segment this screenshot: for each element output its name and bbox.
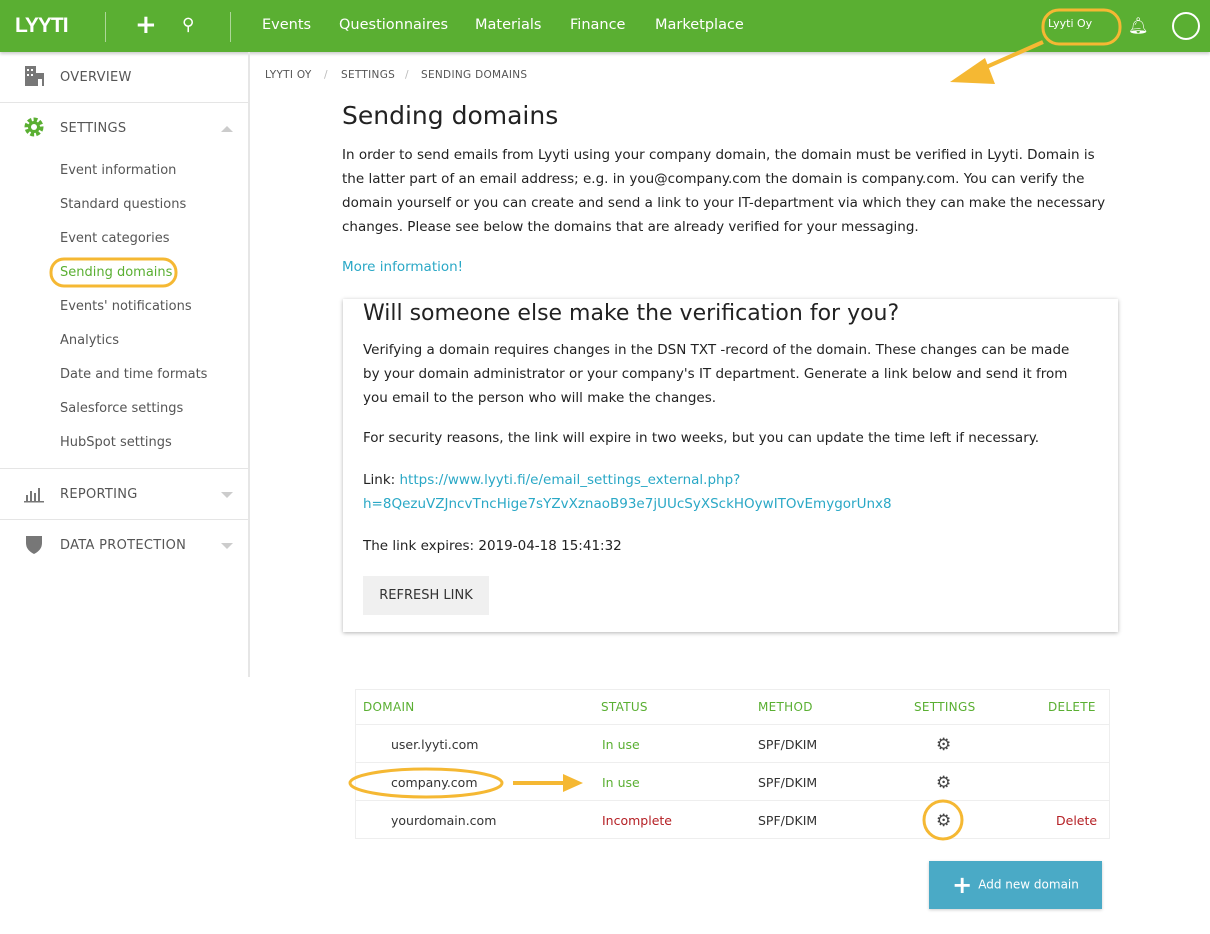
card-title: Will someone else make the verification …	[363, 301, 900, 326]
card-description: Verifying a domain requires changes in t…	[363, 342, 1070, 406]
caret-up-icon[interactable]	[221, 126, 233, 132]
breadcrumb-lyyti-oy[interactable]: LYYTI OY	[265, 69, 312, 81]
add-new-domain-button[interactable]: + Add new domain	[929, 861, 1102, 909]
bar-chart-icon	[24, 488, 44, 503]
caret-down-icon[interactable]	[221, 492, 233, 498]
domain-cell: user.lyyti.com	[391, 737, 479, 752]
caret-down-icon[interactable]	[221, 543, 233, 549]
sidebar-item-event-categories[interactable]: Event categories	[60, 231, 170, 246]
table-row: company.com In use SPF/DKIM ⚙	[356, 762, 1109, 800]
more-information-link[interactable]: More information!	[342, 259, 463, 275]
sidebar-item-date-time-formats[interactable]: Date and time formats	[60, 367, 207, 382]
breadcrumb-separator: /	[405, 69, 409, 81]
card-security-note: For security reasons, the link will expi…	[363, 430, 1040, 446]
sidebar-label: DATA PROTECTION	[60, 538, 187, 553]
page-title: Sending domains	[342, 101, 559, 130]
intro-text: In order to send emails from Lyyti using…	[342, 147, 1106, 235]
sidebar-item-event-information[interactable]: Event information	[60, 163, 176, 178]
bell-icon[interactable]: 🔔︎	[1128, 16, 1148, 35]
annotation-arrowhead	[950, 58, 995, 84]
table-row: user.lyyti.com In use SPF/DKIM ⚙	[356, 724, 1109, 762]
divider	[105, 12, 106, 42]
delete-link[interactable]: Delete	[1056, 813, 1097, 828]
top-bar: LYYTI + ⚲ Events Questionnaires Material…	[0, 0, 1210, 52]
verification-link[interactable]: https://www.lyyti.fi/e/email_settings_ex…	[400, 472, 741, 488]
add-domain-label: Add new domain	[978, 877, 1079, 892]
shield-icon	[26, 536, 42, 554]
nav-marketplace[interactable]: Marketplace	[655, 17, 744, 33]
gear-icon[interactable]: ⚙	[936, 773, 951, 793]
plus-icon: +	[952, 871, 973, 899]
sidebar-label: REPORTING	[60, 487, 138, 502]
sidebar-item-overview[interactable]: OVERVIEW	[0, 52, 248, 103]
status-cell: Incomplete	[602, 813, 672, 828]
sidebar-item-data-protection[interactable]: DATA PROTECTION	[0, 520, 248, 571]
nav-questionnaires[interactable]: Questionnaires	[339, 17, 448, 33]
domains-table: DOMAIN STATUS METHOD SETTINGS DELETE use…	[355, 689, 1110, 839]
breadcrumb-separator: /	[324, 69, 328, 81]
sidebar-item-events-notifications[interactable]: Events' notifications	[60, 299, 192, 314]
gear-icon	[24, 117, 44, 137]
column-header-delete: DELETE	[1048, 700, 1096, 714]
column-header-domain: DOMAIN	[363, 700, 415, 714]
verification-link-token[interactable]: h=8QezuVZJncvTncHige7sYZvXznaoB93e7jUUcS…	[363, 496, 892, 512]
sidebar-item-salesforce-settings[interactable]: Salesforce settings	[60, 401, 183, 416]
company-switcher[interactable]: Lyyti Oy	[1048, 17, 1092, 30]
nav-materials[interactable]: Materials	[475, 17, 541, 33]
gear-icon[interactable]: ⚙	[936, 735, 951, 755]
method-cell: SPF/DKIM	[758, 813, 818, 828]
sidebar-item-hubspot-settings[interactable]: HubSpot settings	[60, 435, 172, 450]
avatar-icon[interactable]	[1172, 12, 1200, 40]
sidebar-settings-toggle[interactable]: SETTINGS	[60, 121, 126, 136]
building-icon	[25, 66, 44, 86]
breadcrumb-settings[interactable]: SETTINGS	[341, 69, 395, 81]
verification-card: Will someone else make the verification …	[343, 299, 1118, 632]
method-cell: SPF/DKIM	[758, 775, 818, 790]
method-cell: SPF/DKIM	[758, 737, 818, 752]
plus-icon[interactable]: +	[135, 10, 157, 40]
table-row: yourdomain.com Incomplete SPF/DKIM ⚙ Del…	[356, 800, 1109, 838]
sidebar-item-reporting[interactable]: REPORTING	[0, 469, 248, 520]
nav-events[interactable]: Events	[262, 17, 311, 33]
sidebar-section-settings: SETTINGS Event information Standard ques…	[0, 103, 248, 469]
nav-finance[interactable]: Finance	[570, 17, 625, 33]
sidebar-item-analytics[interactable]: Analytics	[60, 333, 119, 348]
status-cell: In use	[602, 775, 640, 790]
domain-cell: yourdomain.com	[391, 813, 497, 828]
domain-cell: company.com	[391, 775, 478, 790]
status-cell: In use	[602, 737, 640, 752]
gear-icon[interactable]: ⚙	[936, 811, 951, 831]
link-label: Link:	[363, 472, 400, 488]
column-header-status: STATUS	[601, 700, 648, 714]
sidebar-item-sending-domains[interactable]: Sending domains	[60, 265, 172, 280]
column-header-settings: SETTINGS	[914, 700, 976, 714]
verification-link-block: Link: https://www.lyyti.fi/e/email_setti…	[363, 468, 1083, 516]
sidebar-label: OVERVIEW	[60, 70, 132, 85]
refresh-link-button[interactable]: REFRESH LINK	[363, 576, 489, 615]
breadcrumb-sending-domains: SENDING DOMAINS	[421, 69, 528, 81]
sidebar-item-standard-questions[interactable]: Standard questions	[60, 197, 186, 212]
column-header-method: METHOD	[758, 700, 813, 714]
lyyti-logo[interactable]: LYYTI	[15, 14, 69, 38]
divider	[230, 12, 231, 42]
search-icon[interactable]: ⚲	[182, 15, 194, 35]
sidebar: OVERVIEW SETTINGS Event information Stan…	[0, 52, 250, 677]
link-expiry: The link expires: 2019-04-18 15:41:32	[363, 538, 622, 554]
